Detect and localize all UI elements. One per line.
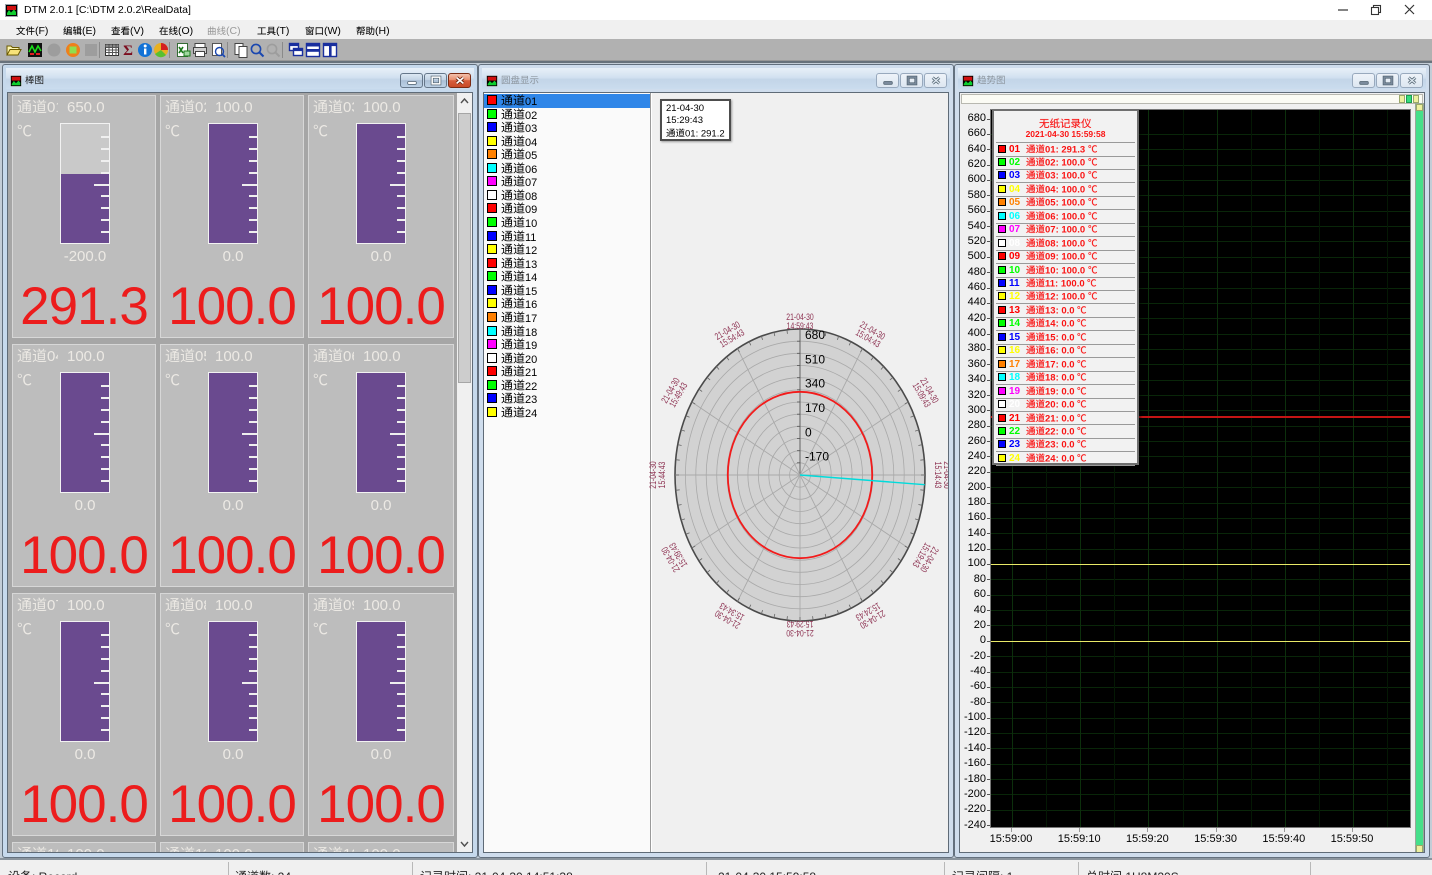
svg-text:0: 0 [805, 425, 812, 439]
svg-text:170: 170 [805, 401, 825, 415]
svg-text:-170: -170 [805, 450, 829, 464]
svg-text:Σ: Σ [123, 43, 133, 58]
svg-text:510: 510 [805, 352, 825, 366]
svg-text:340: 340 [805, 377, 825, 391]
